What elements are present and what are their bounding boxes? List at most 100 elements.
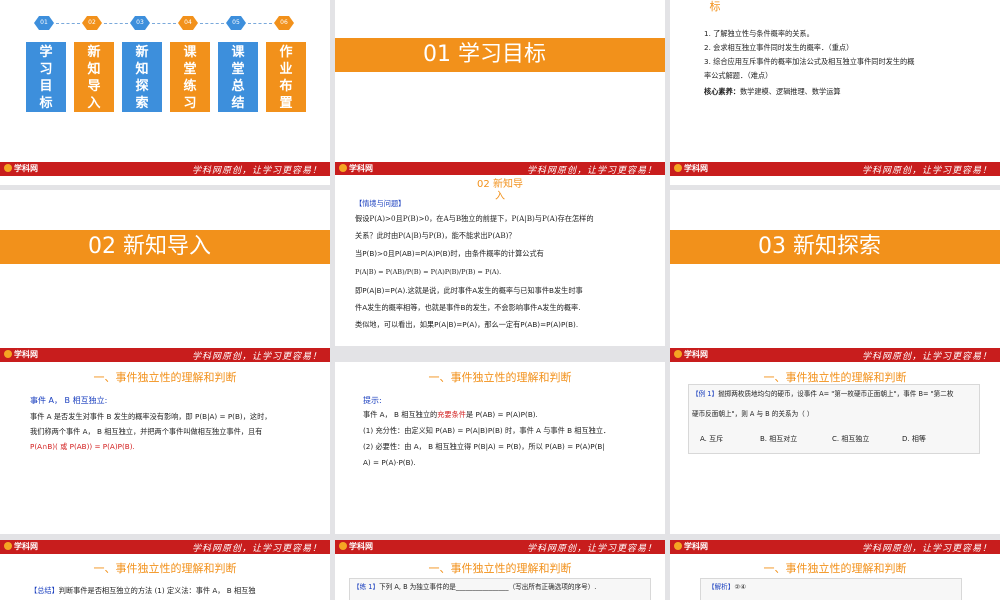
example-label: 【例 1】 xyxy=(692,390,719,398)
slide-thumbnail-11[interactable]: 学科网 学科网原创，让学习更容易！ 一、事件独立性的理解和判断 【练 1】下列 … xyxy=(335,540,665,600)
goal-item: 3. 综合应用互斥事件的概率加法公式及相互独立事件同时发生的概 xyxy=(704,57,915,66)
exercise-line: 【练 1】下列 A, B 为独立事件的是________________（写出所… xyxy=(353,581,596,594)
example-text: 抛掷两枚质地均匀的硬币，设事件 A= "第一枚硬币正面朝上"，事件 B= "第二… xyxy=(718,390,954,398)
situation-line: 类似地，可以看出，如果P(A|B)=P(A)，那么一定有P(AB)=P(A)P(… xyxy=(355,320,579,329)
situation-line: 假设P(A)>0且P(B)>0，在A与B独立的前提下，P(A|B)与P(A)存在… xyxy=(355,214,594,223)
option-d[interactable]: D. 相等 xyxy=(902,434,926,444)
slide-thumbnail-1[interactable]: 01 02 03 04 05 06 学 习 目 标 新 知 导 入 新 知 探 … xyxy=(0,0,330,185)
brand-slogan: 学科网原创，让学习更容易！ xyxy=(861,352,992,362)
slide-thumbnail-10[interactable]: 学科网 学科网原创，让学习更容易！ 一、事件独立性的理解和判断 【总结】判断事件… xyxy=(0,540,330,600)
core-literacy: 核心素养：数学建模、逻辑推理、数学运算 xyxy=(704,85,841,98)
formula-line: P(A|B) = P(AB)/P(B) = P(A)P(B)/P(B) = P(… xyxy=(355,268,502,276)
hint-line: A) = P(A)·P(B). xyxy=(363,458,416,467)
step-connector xyxy=(248,23,272,24)
brand-slogan: 学科网原创，让学习更容易！ xyxy=(191,352,322,362)
slide-thumbnail-12[interactable]: 学科网 学科网原创，让学习更容易！ 一、事件独立性的理解和判断 【解析】②④ xyxy=(670,540,1000,600)
definition-formula: P(A∩B)( 或 P(AB)) = P(A)P(B). xyxy=(30,442,135,451)
toc-tile-learning-goals[interactable]: 学 习 目 标 xyxy=(26,42,66,112)
section-banner: 01 学习目标 xyxy=(335,38,665,72)
slide-thumbnail-4[interactable]: 02 新知导入 学科网 学科网原创，让学习更容易！ xyxy=(0,190,330,375)
definition-line: 我们称两个事件 A， B 相互独立，并把两个事件叫做相互独立事件，且有 xyxy=(30,427,263,436)
brand-logo: 学科网 xyxy=(339,164,373,174)
step-01-hex: 01 xyxy=(34,16,54,30)
toc-tile-new-intro[interactable]: 新 知 导 入 xyxy=(74,42,114,112)
hint-label: 提示: xyxy=(363,396,382,405)
slide-thumbnail-2[interactable]: 01 学习目标 学科网 学科网原创，让学习更容易！ xyxy=(335,0,665,185)
step-connector xyxy=(152,23,176,24)
summary-label: 【总结】 xyxy=(30,586,59,595)
summary-line: 【总结】判断事件是否相互独立的方法 (1) 定义法：事件 A， B 相互独 xyxy=(30,584,256,597)
option-b[interactable]: B. 相互对立 xyxy=(760,434,797,444)
definition-heading: 事件 A， B 相互独立: xyxy=(30,396,108,405)
toc-tile-new-explore[interactable]: 新 知 探 索 xyxy=(122,42,162,112)
slide-thumbnail-7[interactable]: 一、事件独立性的理解和判断 事件 A， B 相互独立: 事件 A 是否发生对事件… xyxy=(0,362,330,534)
brand-slogan: 学科网原创，让学习更容易！ xyxy=(526,544,657,554)
situation-line: 当P(B)>0且P(AB)=P(A)P(B)时，由条件概率的计算公式有 xyxy=(355,249,544,258)
brand-bar: 学科网 学科网原创，让学习更容易！ xyxy=(0,540,330,554)
exercise-label: 【练 1】 xyxy=(353,583,380,591)
brand-slogan: 学科网原创，让学习更容易！ xyxy=(861,166,992,176)
brand-slogan: 学科网原创，让学习更容易！ xyxy=(861,544,992,554)
slide-title: 一、事件独立性的理解和判断 xyxy=(428,562,572,575)
slide-thumbnail-3[interactable]: 标 1. 了解独立性与条件概率的关系。 2. 会求相互独立事件同时发生的概率．（… xyxy=(670,0,1000,185)
option-a[interactable]: A. 互斥 xyxy=(700,434,723,444)
toc-tile-homework[interactable]: 作 业 布 置 xyxy=(266,42,306,112)
example-line: 【例 1】抛掷两枚质地均匀的硬币，设事件 A= "第一枚硬币正面朝上"，事件 B… xyxy=(692,388,953,401)
brand-bar: 学科网 学科网原创，让学习更容易！ xyxy=(670,162,1000,176)
step-06-hex: 06 xyxy=(274,16,294,30)
definition-line: 事件 A 是否发生对事件 B 发生的概率没有影响，即 P(B|A) = P(B)… xyxy=(30,412,272,421)
step-05-hex: 05 xyxy=(226,16,246,30)
brand-logo: 学科网 xyxy=(674,164,708,174)
logo-icon xyxy=(339,542,347,550)
brand-bar: 学科网 学科网原创，让学习更容易！ xyxy=(670,348,1000,362)
step-connector xyxy=(200,23,224,24)
summary-text: 判断事件是否相互独立的方法 (1) 定义法：事件 A， B 相互独 xyxy=(58,586,256,595)
section-banner: 03 新知探索 xyxy=(670,230,1000,264)
logo-icon xyxy=(674,542,682,550)
brand-bar: 学科网 学科网原创，让学习更容易！ xyxy=(670,540,1000,554)
slide-thumbnail-9[interactable]: 一、事件独立性的理解和判断 【例 1】抛掷两枚质地均匀的硬币，设事件 A= "第… xyxy=(670,362,1000,534)
situation-line: 件A发生的概率相等，也就是事件B的发生，不会影响事件A发生的概率. xyxy=(355,303,581,312)
slide-title-fragment: 标 xyxy=(709,0,721,13)
brand-slogan: 学科网原创，让学习更容易！ xyxy=(191,166,322,176)
goal-item: 1. 了解独立性与条件概率的关系。 xyxy=(704,29,814,38)
logo-icon xyxy=(4,542,12,550)
step-connector xyxy=(104,23,128,24)
brand-slogan: 学科网原创，让学习更容易！ xyxy=(191,544,322,554)
hint-line: (2) 必要性：由 A， B 相互独立得 P(B|A) = P(B)，所以 P(… xyxy=(363,442,605,451)
slide-title: 一、事件独立性的理解和判断 xyxy=(428,371,572,384)
step-03-hex: 03 xyxy=(130,16,150,30)
step-connector xyxy=(56,23,80,24)
option-c[interactable]: C. 相互独立 xyxy=(832,434,869,444)
core-label: 核心素养： xyxy=(704,87,740,96)
hint-line: 事件 A， B 相互独立的充要条件是 P(AB) = P(A)P(B). xyxy=(363,408,538,421)
slide-thumbnail-5[interactable]: 02 新知导 入 【情境与问题】 假设P(A)>0且P(B)>0，在A与B独立的… xyxy=(335,175,665,346)
brand-logo: 学科网 xyxy=(674,350,708,360)
slide-thumbnail-6[interactable]: 03 新知探索 学科网 学科网原创，让学习更容易！ xyxy=(670,190,1000,375)
slide-title: 一、事件独立性的理解和判断 xyxy=(93,562,237,575)
logo-icon xyxy=(674,350,682,358)
brand-logo: 学科网 xyxy=(4,542,38,552)
logo-icon xyxy=(4,164,12,172)
hint-emphasis: 充要条件 xyxy=(437,410,466,419)
brand-logo: 学科网 xyxy=(4,350,38,360)
toc-tile-class-practice[interactable]: 课 堂 练 习 xyxy=(170,42,210,112)
slide-thumbnail-8[interactable]: 一、事件独立性的理解和判断 提示: 事件 A， B 相互独立的充要条件是 P(A… xyxy=(335,362,665,534)
example-line: 硬币反面朝上"，则 A 与 B 的关系为（ ） xyxy=(692,410,814,418)
hint-text: 是 P(AB) = P(A)P(B). xyxy=(465,410,538,419)
toc-tile-class-summary[interactable]: 课 堂 总 结 xyxy=(218,42,258,112)
goal-item: 率公式解题．（难点） xyxy=(704,71,773,80)
situation-line: 即P(A|B)=P(A).这就是说，此时事件A发生的概率与已知事件B发生时事 xyxy=(355,286,583,295)
brand-bar: 学科网 学科网原创，让学习更容易！ xyxy=(0,348,330,362)
logo-icon xyxy=(674,164,682,172)
step-02-hex: 02 xyxy=(82,16,102,30)
core-text: 数学建模、逻辑推理、数学运算 xyxy=(739,87,841,96)
slide-title: 一、事件独立性的理解和判断 xyxy=(93,371,237,384)
brand-bar: 学科网 学科网原创，让学习更容易！ xyxy=(335,540,665,554)
section-banner: 02 新知导入 xyxy=(0,230,330,264)
brand-bar: 学科网 学科网原创，让学习更容易！ xyxy=(0,162,330,176)
brand-logo: 学科网 xyxy=(4,164,38,174)
brand-logo: 学科网 xyxy=(339,542,373,552)
answer-text: ②④ xyxy=(734,583,747,591)
goal-item: 2. 会求相互独立事件同时发生的概率．（重点） xyxy=(704,43,854,52)
